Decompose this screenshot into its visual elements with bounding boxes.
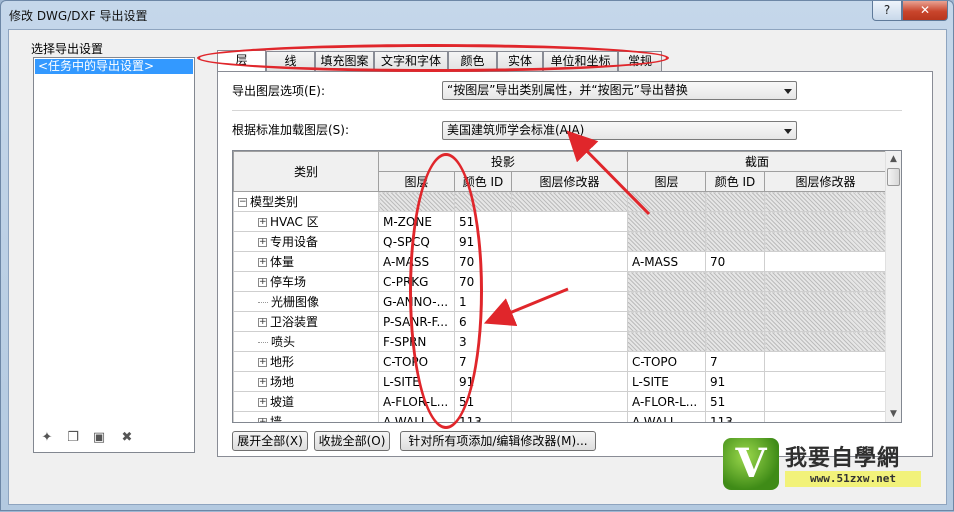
arrow-to-color-column	[483, 287, 569, 327]
annotation-arrows	[483, 130, 651, 327]
watermark-logo: V 我要自學網 www.51zxw.net	[723, 438, 923, 490]
logo-url: www.51zxw.net	[785, 471, 921, 487]
logo-text: 我要自學網	[785, 446, 901, 471]
arrow-to-standard	[566, 130, 651, 216]
logo-badge: V	[723, 438, 779, 490]
dialog-window: 修改 DWG/DXF 导出设置 ? ✕ 选择导出设置 <任务中的导出设置> ✦ …	[0, 0, 954, 511]
